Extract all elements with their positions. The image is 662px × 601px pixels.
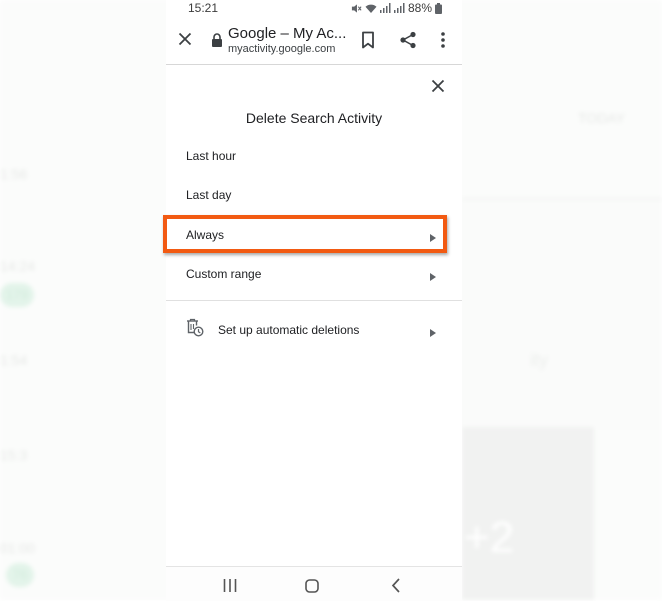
dialog-close-icon[interactable] xyxy=(430,78,446,94)
browser-toolbar: Google – My Ac... myactivity.google.com xyxy=(166,18,462,65)
bg-time-4: 15:3 xyxy=(0,447,28,463)
chevron-right-icon xyxy=(430,268,436,281)
bg-ity-text: ity xyxy=(530,350,548,370)
battery-icon xyxy=(435,2,442,14)
android-nav-bar xyxy=(166,566,462,601)
chevron-right-icon xyxy=(430,324,436,337)
bg-badge-2: 76 xyxy=(6,563,34,587)
status-bar: 15:21 88% xyxy=(166,0,462,18)
option-custom-range[interactable]: Custom range xyxy=(166,257,462,293)
battery-percent: 88% xyxy=(407,1,432,15)
signal-icon xyxy=(379,3,391,13)
status-time: 15:21 xyxy=(188,1,219,15)
bg-today-label: TODAY xyxy=(578,110,625,126)
chevron-right-icon xyxy=(430,229,436,242)
back-icon[interactable] xyxy=(391,578,401,598)
lock-icon xyxy=(211,33,223,47)
page-title[interactable]: Google – My Ac... xyxy=(228,25,346,42)
phone-screen: 15:21 88% Google – My Ac... myactivity.g… xyxy=(163,0,462,601)
wifi-icon xyxy=(365,3,377,14)
bg-divider xyxy=(462,198,662,200)
bookmark-icon[interactable] xyxy=(359,30,377,50)
more-vert-icon[interactable] xyxy=(436,30,450,50)
option-label: Last day xyxy=(186,188,232,202)
signal-icon-2 xyxy=(393,3,405,13)
auto-delete-row[interactable]: Set up automatic deletions xyxy=(166,313,462,349)
option-label: Always xyxy=(186,228,225,242)
bg-time-3: 1:54 xyxy=(0,352,28,368)
bg-panel xyxy=(462,200,662,430)
option-last-day[interactable]: Last day xyxy=(166,178,462,214)
divider xyxy=(166,300,462,301)
option-last-hour[interactable]: Last hour xyxy=(166,139,462,175)
bg-time-2: 14:24 xyxy=(0,258,36,274)
home-icon[interactable] xyxy=(305,579,319,598)
bg-card-count: +2 xyxy=(464,513,515,562)
auto-delete-icon xyxy=(186,318,204,338)
option-label: Custom range xyxy=(186,267,262,281)
auto-delete-label: Set up automatic deletions xyxy=(218,323,360,337)
close-icon[interactable] xyxy=(177,31,193,47)
bg-time-5: 01:00 xyxy=(0,540,36,556)
mute-icon xyxy=(351,3,362,14)
recents-icon[interactable] xyxy=(223,579,237,597)
bg-time-1: 1:56 xyxy=(0,166,28,182)
option-label: Last hour xyxy=(186,149,237,163)
dialog-title: Delete Search Activity xyxy=(245,110,383,126)
bg-badge-1: 179 xyxy=(0,283,34,307)
status-icons: 88% xyxy=(351,1,442,15)
share-icon[interactable] xyxy=(398,30,418,50)
page-url[interactable]: myactivity.google.com xyxy=(228,43,335,55)
option-always[interactable]: Always xyxy=(163,215,462,253)
